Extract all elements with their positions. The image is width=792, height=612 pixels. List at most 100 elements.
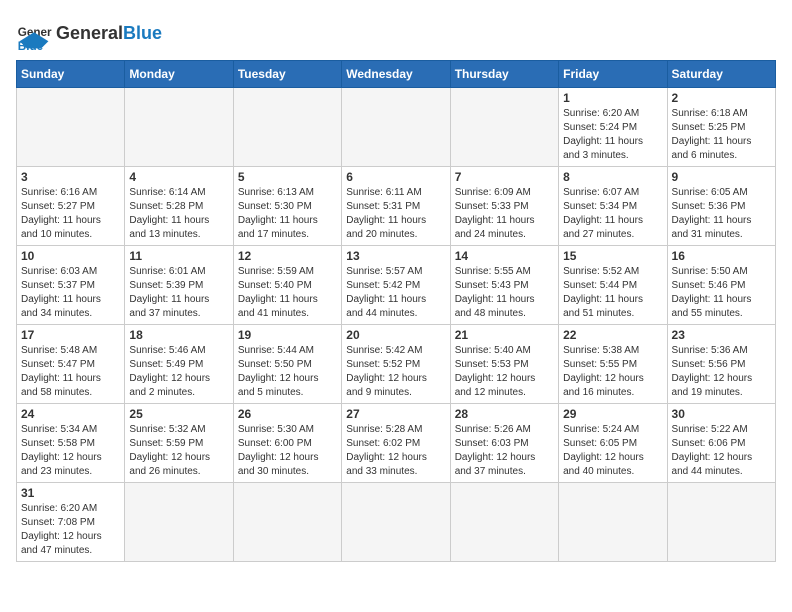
calendar-cell xyxy=(667,483,775,562)
day-number: 20 xyxy=(346,328,445,342)
calendar-cell: 7 Sunrise: 6:09 AM Sunset: 5:33 PM Daylig… xyxy=(450,167,558,246)
day-number: 10 xyxy=(21,249,120,263)
calendar-cell: 27 Sunrise: 5:28 AM Sunset: 6:02 PM Dayli… xyxy=(342,404,450,483)
day-info: Sunrise: 6:20 AM Sunset: 7:08 PM Dayligh… xyxy=(21,502,120,558)
calendar-cell: 21Sunrise: 5:40 AM Sunset: 5:53 PM Dayli… xyxy=(450,325,558,404)
calendar-cell: 1 Sunrise: 6:20 AM Sunset: 5:24 PM Daylig… xyxy=(559,88,667,167)
day-number: 23 xyxy=(672,328,771,342)
day-info: Sunrise: 5:42 AM Sunset: 5:52 PM Dayligh… xyxy=(346,344,445,400)
day-number: 19 xyxy=(238,328,337,342)
day-info: Sunrise: 6:05 AM Sunset: 5:36 PM Dayligh… xyxy=(672,186,771,242)
calendar-week-2: 3Sunrise: 6:16 AM Sunset: 5:27 PM Daylig… xyxy=(17,167,776,246)
day-info: Sunrise: 5:22 AM Sunset: 6:06 PM Dayligh… xyxy=(672,423,771,479)
calendar-cell: 23 Sunrise: 5:36 AM Sunset: 5:56 PM Dayli… xyxy=(667,325,775,404)
calendar-week-4: 17Sunrise: 5:48 AM Sunset: 5:47 PM Dayli… xyxy=(17,325,776,404)
calendar-cell: 3Sunrise: 6:16 AM Sunset: 5:27 PM Daylig… xyxy=(17,167,125,246)
calendar-cell: 13Sunrise: 5:57 AM Sunset: 5:42 PM Dayli… xyxy=(342,246,450,325)
calendar-cell xyxy=(342,483,450,562)
calendar-cell: 19 Sunrise: 5:44 AM Sunset: 5:50 PM Dayli… xyxy=(233,325,341,404)
day-info: Sunrise: 6:07 AM Sunset: 5:34 PM Dayligh… xyxy=(563,186,662,242)
day-info: Sunrise: 5:30 AM Sunset: 6:00 PM Dayligh… xyxy=(238,423,337,479)
calendar-cell: 26Sunrise: 5:30 AM Sunset: 6:00 PM Dayli… xyxy=(233,404,341,483)
calendar-week-3: 10 Sunrise: 6:03 AM Sunset: 5:37 PM Dayli… xyxy=(17,246,776,325)
calendar-cell: 11Sunrise: 6:01 AM Sunset: 5:39 PM Dayli… xyxy=(125,246,233,325)
calendar-cell: 29 Sunrise: 5:24 AM Sunset: 6:05 PM Dayli… xyxy=(559,404,667,483)
day-number: 14 xyxy=(455,249,554,263)
day-number: 12 xyxy=(238,249,337,263)
day-number: 25 xyxy=(129,407,228,421)
calendar-table: SundayMondayTuesdayWednesdayThursdayFrid… xyxy=(16,60,776,562)
day-number: 16 xyxy=(672,249,771,263)
calendar-week-1: 1 Sunrise: 6:20 AM Sunset: 5:24 PM Daylig… xyxy=(17,88,776,167)
logo: General Blue GeneralBlue xyxy=(16,16,162,52)
day-number: 31 xyxy=(21,486,120,500)
day-info: Sunrise: 5:32 AM Sunset: 5:59 PM Dayligh… xyxy=(129,423,228,479)
day-info: Sunrise: 5:38 AM Sunset: 5:55 PM Dayligh… xyxy=(563,344,662,400)
calendar-cell xyxy=(233,88,341,167)
calendar-cell: 28Sunrise: 5:26 AM Sunset: 6:03 PM Dayli… xyxy=(450,404,558,483)
page-header: General Blue GeneralBlue xyxy=(16,16,776,52)
calendar-cell: 6Sunrise: 6:11 AM Sunset: 5:31 PM Daylig… xyxy=(342,167,450,246)
calendar-cell xyxy=(233,483,341,562)
day-info: Sunrise: 5:36 AM Sunset: 5:56 PM Dayligh… xyxy=(672,344,771,400)
calendar-cell xyxy=(559,483,667,562)
day-number: 22 xyxy=(563,328,662,342)
day-number: 5 xyxy=(238,170,337,184)
day-info: Sunrise: 6:13 AM Sunset: 5:30 PM Dayligh… xyxy=(238,186,337,242)
calendar-cell: 22 Sunrise: 5:38 AM Sunset: 5:55 PM Dayli… xyxy=(559,325,667,404)
calendar-cell: 16 Sunrise: 5:50 AM Sunset: 5:46 PM Dayli… xyxy=(667,246,775,325)
day-info: Sunrise: 5:34 AM Sunset: 5:58 PM Dayligh… xyxy=(21,423,120,479)
calendar-cell: 30 Sunrise: 5:22 AM Sunset: 6:06 PM Dayli… xyxy=(667,404,775,483)
day-info: Sunrise: 6:09 AM Sunset: 5:33 PM Dayligh… xyxy=(455,186,554,242)
calendar-cell xyxy=(125,88,233,167)
day-number: 4 xyxy=(129,170,228,184)
calendar-cell: 20 Sunrise: 5:42 AM Sunset: 5:52 PM Dayli… xyxy=(342,325,450,404)
day-number: 27 xyxy=(346,407,445,421)
day-number: 1 xyxy=(563,91,662,105)
day-info: Sunrise: 5:55 AM Sunset: 5:43 PM Dayligh… xyxy=(455,265,554,321)
day-info: Sunrise: 6:11 AM Sunset: 5:31 PM Dayligh… xyxy=(346,186,445,242)
day-number: 21 xyxy=(455,328,554,342)
calendar-week-6: 31 Sunrise: 6:20 AM Sunset: 7:08 PM Dayli… xyxy=(17,483,776,562)
day-number: 30 xyxy=(672,407,771,421)
day-number: 2 xyxy=(672,91,771,105)
day-info: Sunrise: 6:03 AM Sunset: 5:37 PM Dayligh… xyxy=(21,265,120,321)
day-info: Sunrise: 5:44 AM Sunset: 5:50 PM Dayligh… xyxy=(238,344,337,400)
calendar-cell xyxy=(450,88,558,167)
day-info: Sunrise: 5:28 AM Sunset: 6:02 PM Dayligh… xyxy=(346,423,445,479)
calendar-cell: 12Sunrise: 5:59 AM Sunset: 5:40 PM Dayli… xyxy=(233,246,341,325)
day-info: Sunrise: 5:57 AM Sunset: 5:42 PM Dayligh… xyxy=(346,265,445,321)
calendar-cell xyxy=(125,483,233,562)
day-number: 3 xyxy=(21,170,120,184)
weekday-header-monday: Monday xyxy=(125,61,233,88)
weekday-header-saturday: Saturday xyxy=(667,61,775,88)
day-info: Sunrise: 6:18 AM Sunset: 5:25 PM Dayligh… xyxy=(672,107,771,163)
calendar-cell: 8 Sunrise: 6:07 AM Sunset: 5:34 PM Daylig… xyxy=(559,167,667,246)
day-info: Sunrise: 5:26 AM Sunset: 6:03 PM Dayligh… xyxy=(455,423,554,479)
calendar-cell xyxy=(450,483,558,562)
weekday-header-thursday: Thursday xyxy=(450,61,558,88)
calendar-cell xyxy=(17,88,125,167)
calendar-cell: 15 Sunrise: 5:52 AM Sunset: 5:44 PM Dayli… xyxy=(559,246,667,325)
weekday-header-friday: Friday xyxy=(559,61,667,88)
day-info: Sunrise: 5:24 AM Sunset: 6:05 PM Dayligh… xyxy=(563,423,662,479)
day-number: 7 xyxy=(455,170,554,184)
day-number: 15 xyxy=(563,249,662,263)
day-number: 18 xyxy=(129,328,228,342)
calendar-cell: 25 Sunrise: 5:32 AM Sunset: 5:59 PM Dayli… xyxy=(125,404,233,483)
weekday-header-row: SundayMondayTuesdayWednesdayThursdayFrid… xyxy=(17,61,776,88)
day-info: Sunrise: 6:20 AM Sunset: 5:24 PM Dayligh… xyxy=(563,107,662,163)
day-number: 17 xyxy=(21,328,120,342)
weekday-header-wednesday: Wednesday xyxy=(342,61,450,88)
day-number: 29 xyxy=(563,407,662,421)
day-info: Sunrise: 5:46 AM Sunset: 5:49 PM Dayligh… xyxy=(129,344,228,400)
day-info: Sunrise: 5:52 AM Sunset: 5:44 PM Dayligh… xyxy=(563,265,662,321)
day-info: Sunrise: 6:01 AM Sunset: 5:39 PM Dayligh… xyxy=(129,265,228,321)
logo-text: GeneralBlue xyxy=(56,23,162,45)
calendar-cell: 2 Sunrise: 6:18 AM Sunset: 5:25 PM Daylig… xyxy=(667,88,775,167)
calendar-cell: 18 Sunrise: 5:46 AM Sunset: 5:49 PM Dayli… xyxy=(125,325,233,404)
day-number: 8 xyxy=(563,170,662,184)
calendar-cell: 17Sunrise: 5:48 AM Sunset: 5:47 PM Dayli… xyxy=(17,325,125,404)
day-info: Sunrise: 5:50 AM Sunset: 5:46 PM Dayligh… xyxy=(672,265,771,321)
calendar-cell: 14 Sunrise: 5:55 AM Sunset: 5:43 PM Dayli… xyxy=(450,246,558,325)
